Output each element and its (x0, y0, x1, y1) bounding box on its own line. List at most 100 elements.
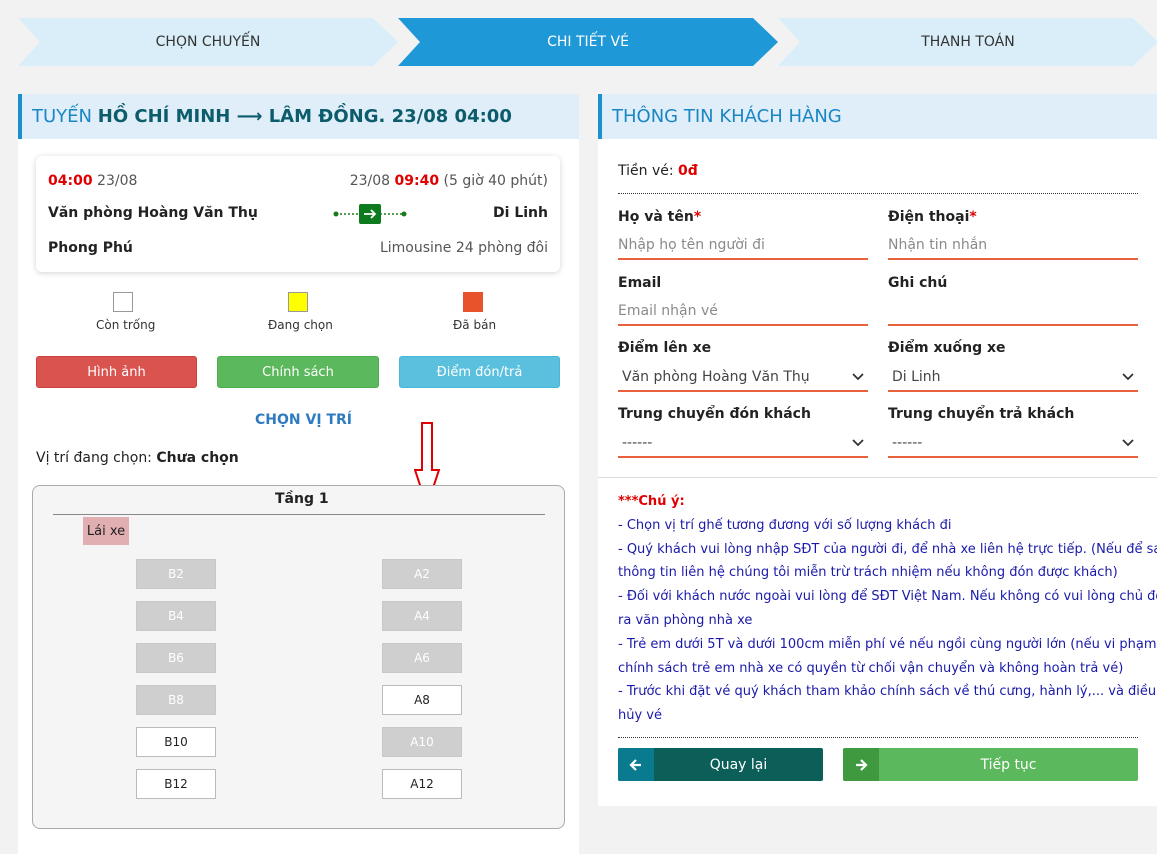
depart-time: 04:00 (48, 173, 93, 189)
legend-sold-swatch (463, 292, 483, 312)
floor-divider (53, 514, 545, 515)
seat-map: Tầng 1 Lái xe B2 A2 B4 A4 B6 A6 B8 A8 B10 A10 B12 A… (32, 485, 565, 829)
seat-a10[interactable]: A10 (382, 727, 462, 757)
notes-divider (618, 737, 1138, 738)
dropoff-select-value: Di Linh (892, 369, 941, 385)
continue-button[interactable]: Tiếp tục (843, 748, 1138, 781)
step-choose-trip[interactable]: CHỌN CHUYẾN (18, 18, 398, 66)
seat-b6[interactable]: B6 (136, 643, 216, 673)
seat-a12[interactable]: A12 (382, 769, 462, 799)
vehicle-type: Limousine 24 phòng đôi (379, 240, 548, 256)
operator-name: Phong Phú (48, 240, 133, 256)
transfer-dropoff-label: Trung chuyển trả khách (888, 406, 1075, 422)
seat-b2[interactable]: B2 (136, 559, 216, 589)
trip-to: Di Linh (493, 205, 548, 221)
legend-sold-label: Đã bán (453, 318, 497, 332)
route-datetime: . 23/08 04:00 (378, 106, 512, 127)
note-input[interactable] (888, 298, 1138, 326)
route-prefix: TUYẾN (32, 106, 93, 127)
step-label: CHỌN CHUYẾN (155, 34, 261, 50)
form-divider (598, 477, 1157, 478)
note-line: - Trẻ em dưới 5T và dưới 100cm miễn phí … (618, 637, 1157, 652)
note-line: chính sách trẻ em nhà xe có quyền từ chố… (618, 661, 1124, 676)
pickup-select-value: Văn phòng Hoàng Văn Thụ (622, 369, 810, 385)
arrive-date: 23/08 (349, 173, 391, 189)
seat-a4[interactable]: A4 (382, 601, 462, 631)
route-connector-icon (332, 202, 408, 230)
note-line: thông tin liên hệ chúng tôi miễn trừ trá… (618, 565, 1118, 580)
step-label: CHI TIẾT VÉ (547, 34, 629, 50)
depart-date: 23/08 (97, 173, 138, 189)
continue-button-label: Tiếp tục (980, 756, 1037, 773)
back-button[interactable]: Quay lại (618, 748, 823, 781)
ticket-price: Tiền vé: 0đ (618, 163, 698, 179)
dropoff-select[interactable]: Di Linh (888, 364, 1138, 392)
chevron-down-icon (1122, 439, 1134, 447)
customer-panel-title: THÔNG TIN KHÁCH HÀNG (598, 94, 1157, 139)
seat-b12[interactable]: B12 (136, 769, 216, 799)
policy-button[interactable]: Chính sách (217, 356, 379, 388)
selected-seat-label: Vị trí đang chọn: (36, 450, 152, 466)
step-label: THANH TOÁN (921, 34, 1015, 50)
seat-a2[interactable]: A2 (382, 559, 462, 589)
phone-input[interactable]: Nhận tin nhắn (888, 232, 1138, 260)
transfer-dropoff-value: ------ (892, 435, 923, 451)
notes-title: ***Chú ý: (618, 494, 685, 509)
price-divider (618, 193, 1138, 194)
note-line: - Quý khách vui lòng nhập SĐT của người … (618, 542, 1157, 557)
seat-section-title: CHỌN VỊ TRÍ (255, 412, 352, 428)
transfer-pickup-value: ------ (622, 435, 653, 451)
step-ticket-detail[interactable]: CHI TIẾT VÉ (398, 18, 778, 66)
transfer-pickup-label: Trung chuyển đón khách (618, 406, 811, 422)
note-line: ra văn phòng nhà xe (618, 613, 753, 628)
dropoff-label: Điểm xuống xe (888, 340, 1006, 356)
name-input[interactable]: Nhập họ tên người đi (618, 232, 868, 260)
note-line: - Chọn vị trí ghế tương đương với số lượ… (618, 518, 952, 533)
note-label: Ghi chú (888, 275, 948, 291)
seat-b4[interactable]: B4 (136, 601, 216, 631)
chevron-down-icon (1122, 373, 1134, 381)
trip-card: 04:00 23/08 23/08 09:40 (5 giờ 40 phút) … (36, 156, 560, 272)
name-label-text: Họ và tên (618, 209, 694, 225)
step-payment[interactable]: THANH TOÁN (778, 18, 1157, 66)
note-line: - Đối với khách nước ngoài vui lòng để S… (618, 589, 1157, 604)
driver-seat: Lái xe (83, 517, 129, 545)
note-line: - Trước khi đặt vé quý khách tham khảo c… (618, 684, 1157, 699)
chevron-down-icon (852, 373, 864, 381)
arrow-left-icon (618, 748, 654, 781)
progress-steps: CHỌN CHUYẾN CHI TIẾT VÉ THANH TOÁN (18, 18, 1157, 66)
pickup-points-button[interactable]: Điểm đón/trả (399, 356, 560, 388)
seat-a6[interactable]: A6 (382, 643, 462, 673)
email-input[interactable]: Email nhận vé (618, 298, 868, 326)
floor-label: Tầng 1 (275, 491, 329, 507)
pickup-select[interactable]: Văn phòng Hoàng Văn Thụ (618, 364, 868, 392)
selected-seat-value: Chưa chọn (156, 450, 239, 466)
seat-b8[interactable]: B8 (136, 685, 216, 715)
chevron-down-icon (852, 439, 864, 447)
legend-selecting-label: Đang chọn (268, 318, 333, 332)
seat-a8[interactable]: A8 (382, 685, 462, 715)
trip-from: Văn phòng Hoàng Văn Thụ (48, 205, 258, 221)
price-value: 0đ (678, 163, 698, 179)
price-label: Tiền vé: (618, 163, 674, 179)
transfer-dropoff-select[interactable]: ------ (888, 430, 1138, 458)
back-button-label: Quay lại (709, 756, 768, 773)
name-label: Họ và tên* (618, 209, 701, 225)
legend-free-swatch (113, 292, 133, 312)
phone-label: Điện thoại* (888, 209, 977, 225)
images-button[interactable]: Hình ảnh (36, 356, 197, 388)
route-title: TUYẾN HỒ CHÍ MINH ⟶ LÂM ĐỒNG. 23/08 04:0… (18, 94, 579, 139)
seat-b10[interactable]: B10 (136, 727, 216, 757)
note-line: hủy vé (618, 708, 662, 723)
legend-free-label: Còn trống (96, 318, 156, 332)
arrow-right-icon (843, 748, 879, 781)
phone-label-text: Điện thoại (888, 209, 970, 225)
required-mark: * (969, 209, 977, 225)
email-label: Email (618, 275, 662, 291)
transfer-pickup-select[interactable]: ------ (618, 430, 868, 458)
trip-duration: (5 giờ 40 phút) (443, 173, 548, 189)
pickup-label: Điểm lên xe (618, 340, 712, 356)
route-name: HỒ CHÍ MINH ⟶ LÂM ĐỒNG (97, 106, 379, 127)
arrive-time: 09:40 (394, 173, 440, 189)
selected-seat-info: Vị trí đang chọn: Chưa chọn (36, 450, 239, 466)
